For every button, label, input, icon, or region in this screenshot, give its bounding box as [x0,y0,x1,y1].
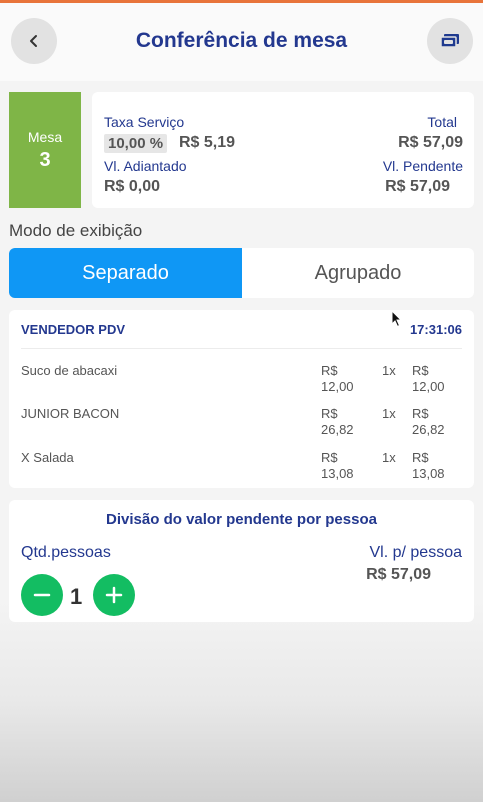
display-mode-label: Modo de exibição [9,221,143,240]
seller-name: VENDEDOR PDV [21,322,126,337]
advance-label: Vl. Adiantado [104,158,187,174]
order-time: 17:31:06 [409,322,462,337]
summary-card: Taxa Serviço 10,00 % R$ 5,19 Total R$ 57… [92,92,474,208]
advance-value: R$ 0,00 [104,178,161,195]
people-count-label: Qtd.pessoas [21,544,111,561]
item-quantity: 1x [382,450,396,465]
per-person-label: Vl. p/ pessoa [369,544,463,561]
tab-separado[interactable]: Separado [9,248,242,298]
increase-people-button[interactable] [93,574,135,616]
total-label: Total [427,114,457,130]
item-unit-price: R$ 26,82 [321,406,354,437]
item-unit-price: R$ 13,08 [321,450,354,481]
people-count: 1 [70,584,83,609]
page-title: Conferência de mesa [135,29,348,52]
item-total: R$ 13,08 [412,450,445,481]
back-button[interactable] [11,18,57,64]
service-fee-percent[interactable]: 10,00 % [104,134,168,153]
cash-icon [440,34,459,48]
total-value: R$ 57,09 [398,134,463,151]
split-card: Divisão do valor pendente por pessoa Qtd… [9,500,474,622]
chevron-left-icon [30,35,37,47]
plus-icon [105,586,123,604]
item-quantity: 1x [382,363,396,378]
item-name: Suco de abacaxi [21,363,118,378]
pending-label: Vl. Pendente [382,158,463,174]
orders-divider [21,348,462,349]
table-number: 3 [39,148,51,171]
cash-button[interactable] [427,18,473,64]
split-title: Divisão do valor pendente por pessoa [106,511,377,528]
item-total: R$ 26,82 [412,406,445,437]
orders-card: VENDEDOR PDV 17:31:06 Suco de abacaxi R$… [9,310,474,488]
per-person-value: R$ 57,09 [366,566,431,583]
item-total: R$ 12,00 [412,363,445,394]
mouse-cursor-icon [391,310,403,328]
order-item-row: Suco de abacaxi R$ 12,00 1x R$ 12,00 [9,362,474,398]
service-fee-value: R$ 5,19 [179,134,236,151]
item-unit-price: R$ 12,00 [321,363,354,394]
order-item-row: X Salada R$ 13,08 1x R$ 13,08 [9,449,474,485]
item-name: JUNIOR BACON [21,406,120,421]
item-name: X Salada [21,450,74,465]
order-item-row: JUNIOR BACON R$ 26,82 1x R$ 26,82 [9,405,474,441]
table-badge: Mesa 3 [9,92,81,208]
item-quantity: 1x [382,406,396,421]
decrease-people-button[interactable] [21,574,63,616]
tab-agrupado[interactable]: Agrupado [242,248,474,298]
pending-value: R$ 57,09 [385,178,450,195]
minus-icon [33,593,51,597]
service-fee-label: Taxa Serviço [104,114,185,130]
display-mode-toggle: Separado Agrupado [9,248,474,298]
app-header: Conferência de mesa [0,3,483,81]
table-label: Mesa [27,128,63,145]
